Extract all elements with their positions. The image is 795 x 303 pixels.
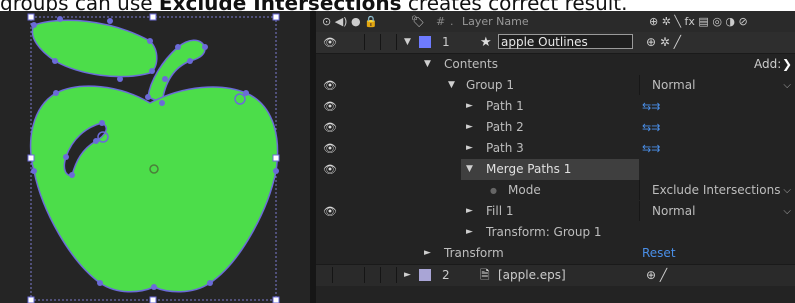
solo-toggle[interactable]: [366, 267, 381, 283]
audio-toggle[interactable]: [350, 267, 365, 283]
expand-triangle-icon[interactable]: ▼: [404, 32, 411, 53]
chevron-down-icon: ⌵: [783, 206, 791, 217]
bullet-icon: ●: [490, 186, 497, 195]
blend-mode-dropdown[interactable]: Normal ⌵: [639, 75, 795, 95]
layer-row[interactable]: 👁 ▼ 1 ★ apple Outlines ⊕ ✲ ╱: [316, 32, 795, 54]
layer-switches[interactable]: ⊕ ✲ ╱: [646, 32, 681, 53]
path-row[interactable]: 👁 ► Path 2 ⇆⇉: [316, 117, 795, 138]
eye-icon[interactable]: 👁: [323, 96, 337, 117]
eye-icon[interactable]: 👁: [323, 117, 337, 138]
path-row[interactable]: 👁 ► Path 3 ⇆⇉: [316, 138, 795, 159]
audio-toggle[interactable]: [350, 34, 365, 50]
footage-file-icon: 🗎: [480, 268, 490, 282]
layer-name-field[interactable]: apple Outlines: [498, 34, 633, 49]
blend-mode-value: Normal: [652, 78, 696, 92]
merge-paths-name: Merge Paths 1: [486, 162, 572, 176]
layer-name: [apple.eps]: [498, 268, 566, 282]
fill-name: Fill 1: [486, 204, 514, 218]
expand-triangle-icon[interactable]: ►: [466, 96, 473, 117]
expand-triangle-icon[interactable]: ►: [466, 201, 473, 222]
eye-icon[interactable]: 👁: [323, 201, 337, 222]
reset-link[interactable]: Reset: [642, 243, 676, 264]
expand-triangle-icon[interactable]: ▼: [466, 159, 473, 180]
add-menu-icon[interactable]: ❯: [782, 54, 792, 75]
layer-switches[interactable]: ⊕ ╱: [646, 265, 667, 286]
path-name: Path 1: [486, 99, 524, 113]
header-dot: .: [450, 15, 454, 28]
switches-icons[interactable]: ⊕ ✲ ╲ fx ▤ ◎ ◑ ⊘: [649, 11, 748, 32]
expand-triangle-icon[interactable]: ▼: [448, 75, 455, 96]
transform-group-name: Transform: Group 1: [486, 225, 602, 239]
eye-icon[interactable]: 👁: [323, 159, 337, 180]
path-name: Path 3: [486, 141, 524, 155]
layer-number: 1: [442, 35, 450, 49]
expand-triangle-icon[interactable]: ►: [404, 265, 411, 286]
fill-row[interactable]: 👁 ► Fill 1 Normal ⌵: [316, 201, 795, 222]
apple-body[interactable]: [29, 85, 279, 293]
layer-name-column-header[interactable]: Layer Name: [462, 11, 529, 32]
eye-icon[interactable]: 👁: [323, 32, 337, 53]
expand-triangle-icon[interactable]: ►: [424, 243, 431, 264]
chevron-down-icon: ⌵: [783, 80, 791, 91]
av-features-icons[interactable]: ⊙ ◀) ● 🔒: [322, 11, 378, 32]
merge-mode-row[interactable]: ● Mode Exclude Intersections ⌵: [316, 180, 795, 201]
transform-row[interactable]: ► Transform Reset: [316, 243, 795, 264]
label-icon[interactable]: 🏷: [411, 11, 425, 32]
lock-toggle[interactable]: [382, 34, 397, 50]
merge-mode-value: Exclude Intersections: [652, 183, 781, 197]
fill-blend-dropdown[interactable]: Normal ⌵: [639, 201, 795, 221]
path-row[interactable]: 👁 ► Path 1 ⇆⇉: [316, 96, 795, 117]
timeline-layer-panel: ⊙ ◀) ● 🔒 🏷 # . Layer Name ⊕ ✲ ╲ fx ▤ ◎ ◑…: [316, 11, 795, 303]
group-name: Group 1: [466, 78, 514, 92]
expand-triangle-icon[interactable]: ►: [466, 117, 473, 138]
eye-icon[interactable]: 👁: [323, 75, 337, 96]
apple-leaf[interactable]: [31, 19, 158, 78]
layer-number: 2: [442, 268, 450, 282]
solo-toggle[interactable]: [366, 34, 381, 50]
path-name: Path 2: [486, 120, 524, 134]
eye-icon[interactable]: 👁: [323, 138, 337, 159]
path-direction-icon[interactable]: ⇆⇉: [642, 117, 660, 138]
star-icon: ★: [480, 35, 492, 50]
expand-triangle-icon[interactable]: ►: [466, 222, 473, 243]
add-label[interactable]: Add:: [754, 54, 781, 75]
apple-shape-view: [27, 13, 280, 303]
merge-mode-dropdown[interactable]: Exclude Intersections ⌵: [639, 180, 795, 200]
contents-row[interactable]: ▼ Contents Add: ❯: [316, 54, 795, 75]
transform-group-row[interactable]: ► Transform: Group 1: [316, 222, 795, 243]
group-row[interactable]: 👁 ▼ Group 1 Normal ⌵: [316, 75, 795, 96]
layer-color-swatch[interactable]: [419, 269, 431, 281]
chevron-down-icon: ⌵: [783, 185, 791, 196]
expand-triangle-icon[interactable]: ▼: [424, 54, 431, 75]
column-header: ⊙ ◀) ● 🔒 🏷 # . Layer Name ⊕ ✲ ╲ fx ▤ ◎ ◑…: [316, 11, 795, 33]
number-column-header[interactable]: #: [436, 11, 445, 32]
transform-label: Transform: [444, 246, 504, 260]
mode-label: Mode: [508, 183, 541, 197]
layer-color-swatch[interactable]: [419, 36, 431, 48]
empty-area: [316, 286, 795, 303]
path-direction-icon[interactable]: ⇆⇉: [642, 96, 660, 117]
fill-blend-value: Normal: [652, 204, 696, 218]
composition-viewer[interactable]: [0, 11, 310, 303]
lock-toggle[interactable]: [382, 267, 397, 283]
merge-paths-row[interactable]: 👁 ▼ Merge Paths 1: [316, 159, 795, 180]
layer-row[interactable]: ► 2 🗎 [apple.eps] ⊕ ╱: [316, 264, 795, 286]
expand-triangle-icon[interactable]: ►: [466, 138, 473, 159]
path-direction-icon[interactable]: ⇆⇉: [642, 138, 660, 159]
video-toggle[interactable]: [318, 267, 333, 283]
contents-label: Contents: [444, 57, 498, 71]
